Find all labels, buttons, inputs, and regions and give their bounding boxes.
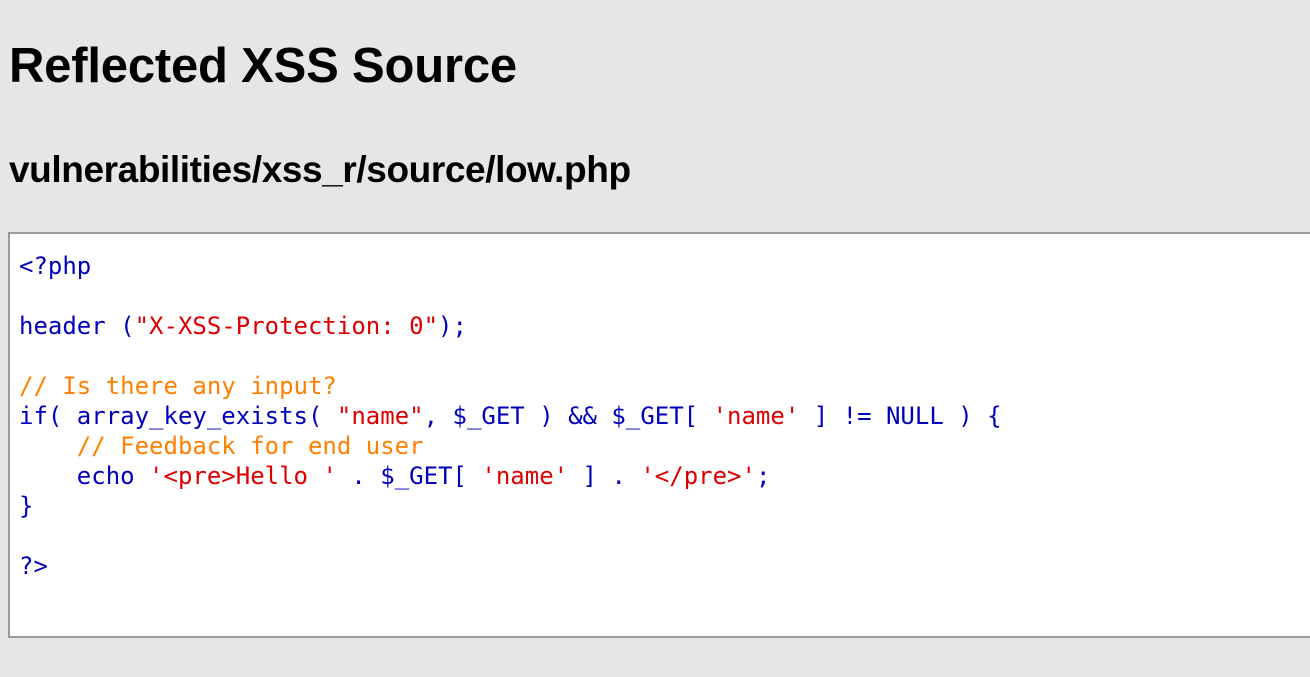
code-line-9: } xyxy=(19,492,34,520)
code-line-6: if( array_key_exists( "name", $_GET ) &&… xyxy=(19,402,1002,430)
code-line-7: // Feedback for end user xyxy=(19,432,424,460)
code-line-8: echo '<pre>Hello ' . $_GET[ 'name' ] . '… xyxy=(19,462,771,490)
page-title: Reflected XSS Source xyxy=(9,39,517,93)
source-code-panel[interactable]: <?php header ("X-XSS-Protection: 0"); // I… xyxy=(8,232,1310,638)
source-file-path: vulnerabilities/xss_r/source/low.php xyxy=(9,149,631,190)
php-source-code[interactable]: <?php header ("X-XSS-Protection: 0"); // I… xyxy=(19,251,1002,581)
code-line-11: ?> xyxy=(19,552,48,580)
code-line-1: <?php xyxy=(19,252,92,280)
code-line-3: header ("X-XSS-Protection: 0"); xyxy=(19,312,467,340)
code-line-5: // Is there any input? xyxy=(19,372,337,400)
source-viewer-page: Reflected XSS Source vulnerabilities/xss… xyxy=(0,0,1310,677)
